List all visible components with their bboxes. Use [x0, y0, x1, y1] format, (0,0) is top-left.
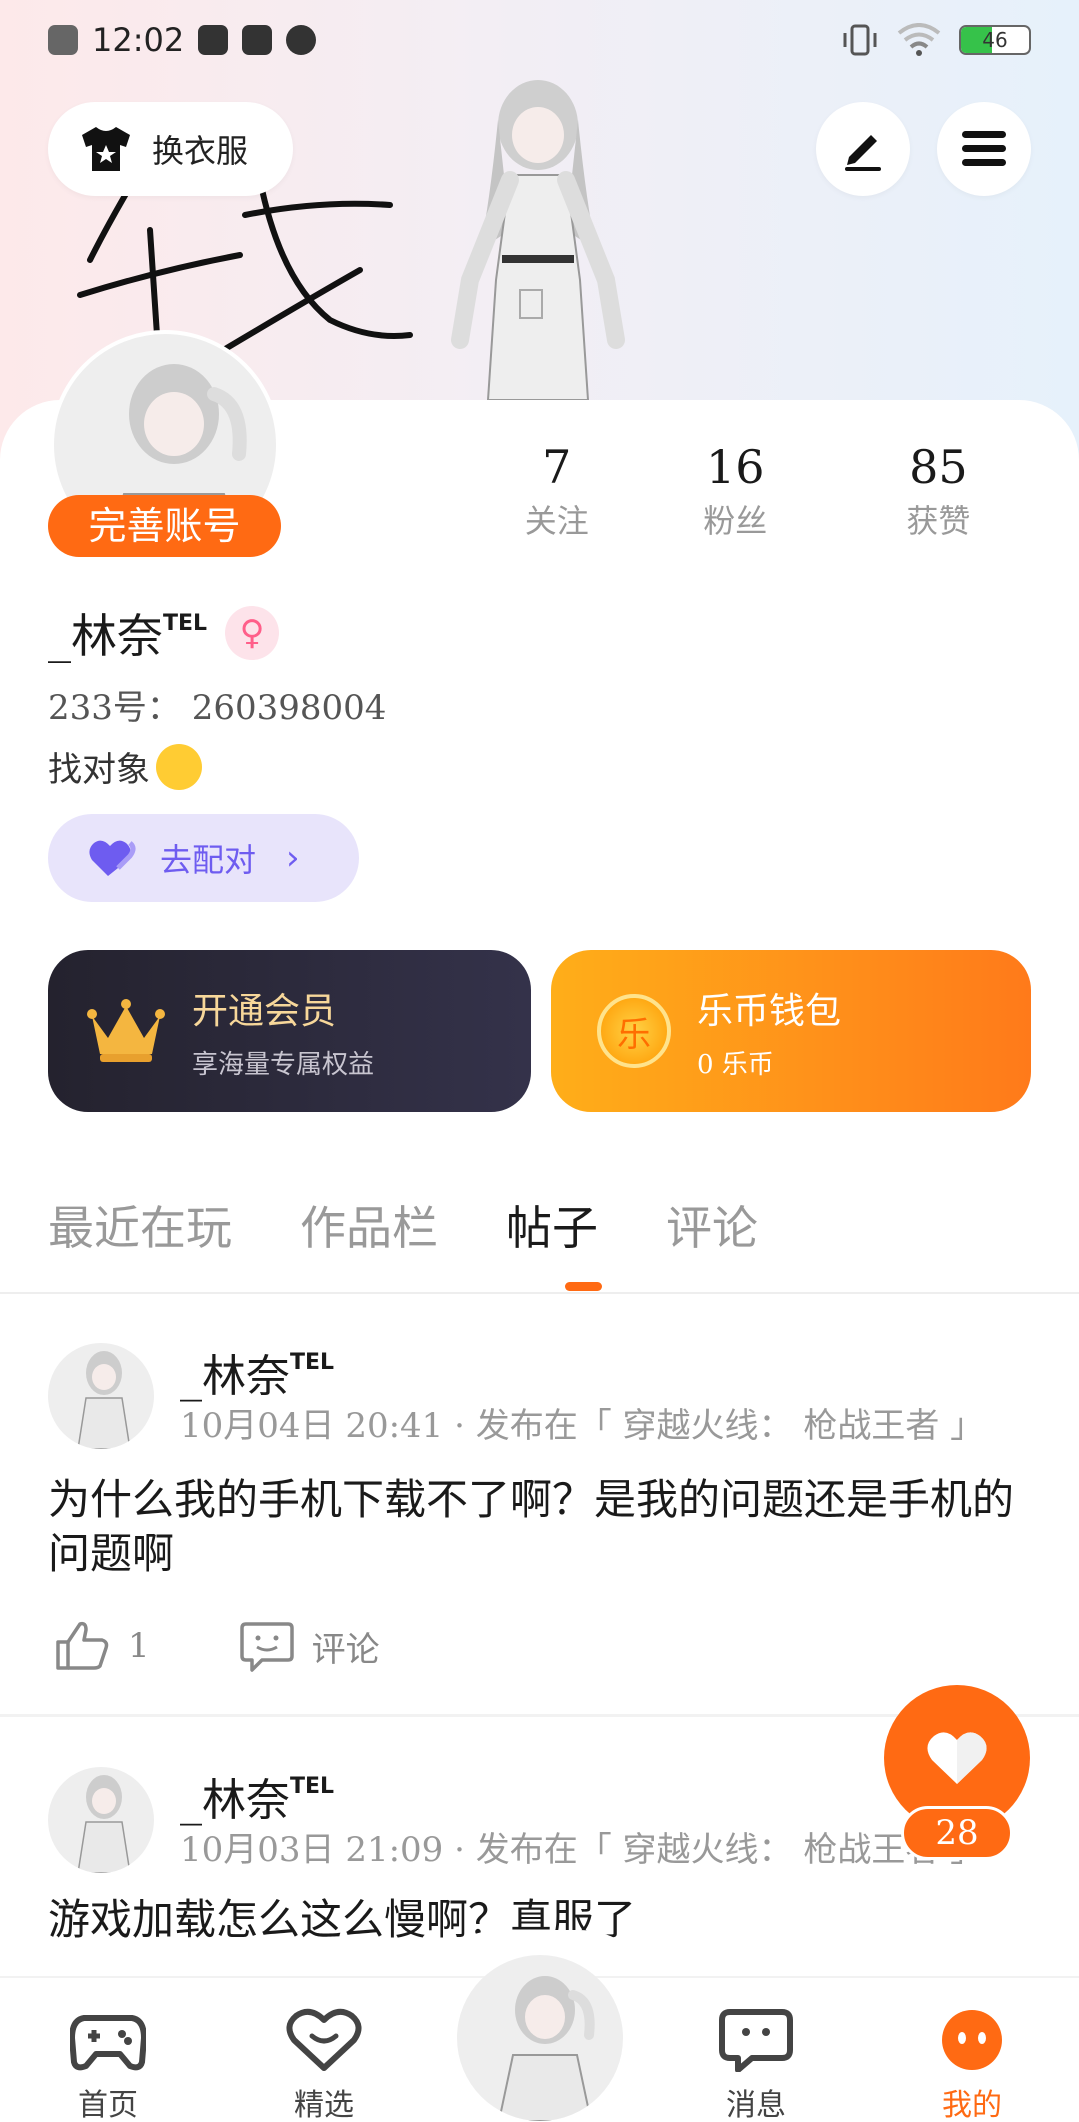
- nav-me[interactable]: 我的: [902, 2008, 1042, 2122]
- nav-messages[interactable]: 消息: [686, 2008, 826, 2122]
- complete-account-button[interactable]: 完善账号: [48, 495, 281, 557]
- stat-following[interactable]: 7 关注: [480, 440, 634, 542]
- smiley-face-icon: [942, 2010, 1002, 2070]
- post-author-avatar[interactable]: [48, 1767, 154, 1873]
- thumbs-up-icon[interactable]: [54, 1620, 110, 1672]
- battery-indicator: 46: [959, 25, 1031, 55]
- edit-profile-button[interactable]: [816, 102, 910, 196]
- vip-title: 开通会员: [192, 990, 337, 1032]
- heart-icon: [927, 1732, 987, 1784]
- tab-recently-played[interactable]: 最近在玩: [48, 1192, 232, 1258]
- tab-works[interactable]: 作品栏: [300, 1192, 438, 1258]
- profile-bio: 找对象: [48, 742, 202, 791]
- status-time: 12:02: [92, 21, 185, 59]
- planet-notification-icon: [286, 25, 317, 55]
- menu-icon: [962, 131, 1006, 166]
- female-gender-icon: ♀: [225, 606, 280, 660]
- comment-label[interactable]: 评论: [312, 1622, 380, 1671]
- change-outfit-label: 换衣服: [152, 132, 249, 170]
- nav-center-avatar[interactable]: [457, 1955, 623, 2121]
- profile-stats: 7 关注 16 粉丝 85 获赞: [480, 440, 1040, 542]
- vip-membership-card[interactable]: 开通会员 享海量专属权益: [48, 950, 531, 1112]
- post-author-avatar[interactable]: [48, 1343, 154, 1449]
- kissing-emoji-icon: [156, 743, 202, 790]
- profile-uid[interactable]: 233号： 260398004: [48, 680, 386, 729]
- wallet-balance: 0 乐币: [697, 1049, 774, 1080]
- chat-icon: [719, 2009, 793, 2073]
- crown-icon: [87, 999, 165, 1062]
- profile-tabs: 最近在玩 作品栏 帖子 评论: [48, 1192, 758, 1258]
- post-meta[interactable]: 10月04日 20:41 · 发布在「 穿越火线： 枪战王者 」: [180, 1398, 1070, 1447]
- profile-username: _林奈TEL: [48, 609, 208, 663]
- character-avatar-figure: [451, 80, 625, 400]
- message-notification-icon: [242, 25, 273, 55]
- gamepad-icon: [69, 2015, 147, 2071]
- post-author-name[interactable]: _林奈TEL: [180, 1340, 334, 1404]
- wallet-title: 乐币钱包: [697, 990, 842, 1032]
- coin-wallet-card[interactable]: 乐 乐币钱包 0 乐币: [551, 950, 1031, 1112]
- post-author-name[interactable]: _林奈TEL: [180, 1764, 334, 1828]
- like-count: 1: [128, 1626, 150, 1666]
- tshirt-icon: [82, 127, 130, 171]
- go-match-label: 去配对: [160, 841, 257, 879]
- coin-icon: 乐: [597, 994, 671, 1068]
- change-outfit-button[interactable]: 换衣服: [48, 102, 293, 196]
- active-tab-indicator: [565, 1282, 602, 1291]
- go-match-button[interactable]: 去配对 ›: [48, 814, 359, 902]
- tab-posts[interactable]: 帖子: [506, 1192, 598, 1258]
- nav-home[interactable]: 首页: [38, 2008, 178, 2122]
- vip-subtitle: 享海量专属权益: [192, 1049, 375, 1080]
- tabs-divider: [0, 1292, 1079, 1294]
- post-content[interactable]: 为什么我的手机下载不了啊？是我的问题还是手机的问题啊: [48, 1473, 1038, 1581]
- chevron-right-icon: ›: [286, 838, 300, 878]
- floating-like-count: 28: [901, 1806, 1013, 1860]
- status-bar: 12:02 46: [0, 0, 1079, 80]
- pencil-icon: [845, 135, 881, 171]
- heart-icon: [89, 840, 136, 876]
- vibrate-icon: [843, 24, 877, 56]
- nav-featured[interactable]: 精选: [254, 2008, 394, 2122]
- stat-followers[interactable]: 16 粉丝: [634, 440, 837, 542]
- tab-comments[interactable]: 评论: [666, 1192, 758, 1258]
- comment-icon[interactable]: [239, 1620, 294, 1672]
- menu-button[interactable]: [937, 102, 1031, 196]
- close-notification-icon: [48, 25, 78, 55]
- stat-likes[interactable]: 85 获赞: [837, 440, 1040, 542]
- heart-badge-icon: [286, 2008, 362, 2071]
- app-notification-icon: [198, 25, 229, 55]
- wifi-icon: [897, 23, 941, 56]
